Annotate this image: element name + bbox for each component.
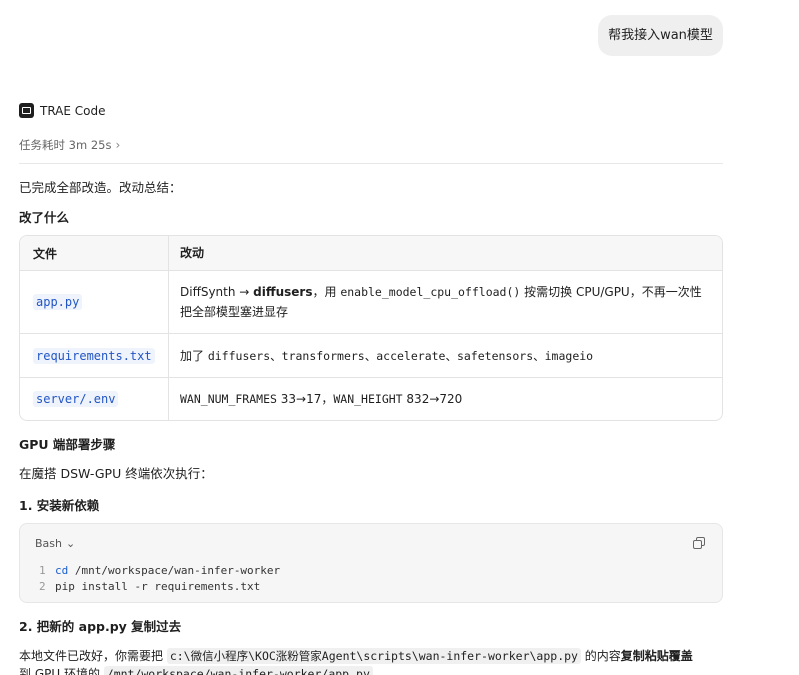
code-language-selector[interactable]: Bash ⌄ — [35, 537, 75, 550]
table-row: app.py DiffSynth → diffusers，用 enable_mo… — [20, 270, 722, 333]
agent-header: TRAE Code — [19, 102, 106, 119]
file-link-env[interactable]: server/.env — [33, 391, 119, 407]
code-line: 2 pip install -r requirements.txt — [39, 580, 260, 593]
change-bold: diffusers — [253, 285, 313, 299]
table-cell-change: DiffSynth → diffusers，用 enable_model_cpu… — [169, 271, 722, 333]
chevron-down-icon: ⌄ — [66, 537, 76, 550]
step2-text-line2: 到 GPU 环境的 /mnt/workspace/wan-infer-worke… — [19, 665, 373, 675]
step2-text: 到 GPU 环境的 — [19, 667, 104, 675]
step2-text: 本地文件已改好，你需要把 — [19, 649, 167, 663]
change-code: WAN_HEIGHT — [333, 392, 403, 406]
table-cell-change: WAN_NUM_FRAMES 33→17，WAN_HEIGHT 832→720 — [169, 378, 722, 420]
copy-icon[interactable] — [693, 537, 706, 550]
change-code: WAN_NUM_FRAMES — [180, 392, 277, 406]
chevron-right-icon: › — [115, 138, 121, 152]
summary-intro: 已完成全部改造。改动总结： — [19, 180, 182, 195]
change-text: 33→17， — [276, 392, 334, 406]
step2-bold: 复制粘贴覆盖 — [620, 649, 693, 663]
code-line: 1 cd /mnt/workspace/wan-infer-worker — [39, 564, 280, 577]
user-message-bubble: 帮我接入wan模型 — [598, 15, 723, 56]
change-text: 832→720 — [402, 392, 463, 406]
code-text: pip install -r requirements.txt — [55, 580, 261, 593]
table-header-row: 文件 改动 — [20, 236, 722, 270]
task-duration-label: 任务耗时 3m 25s — [19, 138, 112, 152]
deploy-heading: GPU 端部署步骤 — [19, 437, 116, 452]
agent-name: TRAE Code — [40, 103, 106, 118]
step2-text-line1: 本地文件已改好，你需要把 c:\微信小程序\KOC涨粉管家Agent\scrip… — [19, 647, 693, 664]
code-language-label: Bash — [35, 537, 62, 550]
step1-heading: 1. 安装新依赖 — [19, 498, 100, 513]
table-cell-change: 加了 diffusers、transformers、accelerate、saf… — [169, 334, 722, 377]
code-keyword: cd — [55, 564, 69, 577]
change-text: ，用 — [312, 285, 341, 299]
remote-path-code: /mnt/workspace/wan-infer-worker/app.py — [103, 666, 373, 675]
table-row: server/.env WAN_NUM_FRAMES 33→17，WAN_HEI… — [20, 377, 722, 420]
change-code: diffusers、transformers、accelerate、safete… — [207, 348, 594, 363]
file-link-requirements[interactable]: requirements.txt — [33, 347, 155, 364]
task-duration-toggle[interactable]: 任务耗时 3m 25s › — [19, 137, 120, 153]
line-number: 2 — [39, 580, 46, 593]
change-code: enable_model_cpu_offload() — [340, 285, 521, 299]
deploy-intro: 在魔搭 DSW-GPU 终端依次执行： — [19, 466, 213, 481]
step2-text: 的内容 — [580, 649, 621, 663]
local-path-code: c:\微信小程序\KOC涨粉管家Agent\scripts\wan-infer-… — [166, 648, 581, 664]
changes-table: 文件 改动 app.py DiffSynth → diffusers，用 ena… — [19, 235, 723, 421]
step2-heading: 2. 把新的 app.py 复制过去 — [19, 619, 182, 634]
change-text: 加了 — [180, 348, 208, 363]
code-block: Bash ⌄ 1 cd /mnt/workspace/wan-infer-wor… — [19, 523, 723, 603]
file-link-app-py[interactable]: app.py — [33, 294, 83, 310]
change-text: DiffSynth → — [180, 285, 254, 299]
line-number: 1 — [39, 564, 46, 577]
code-text: /mnt/workspace/wan-infer-worker — [68, 564, 281, 577]
table-header-file: 文件 — [20, 236, 169, 270]
table-header-change: 改动 — [180, 246, 205, 260]
trae-logo-icon — [19, 103, 34, 118]
table-row: requirements.txt 加了 diffusers、transforme… — [20, 333, 722, 377]
divider — [19, 163, 723, 164]
changes-heading: 改了什么 — [19, 210, 70, 225]
